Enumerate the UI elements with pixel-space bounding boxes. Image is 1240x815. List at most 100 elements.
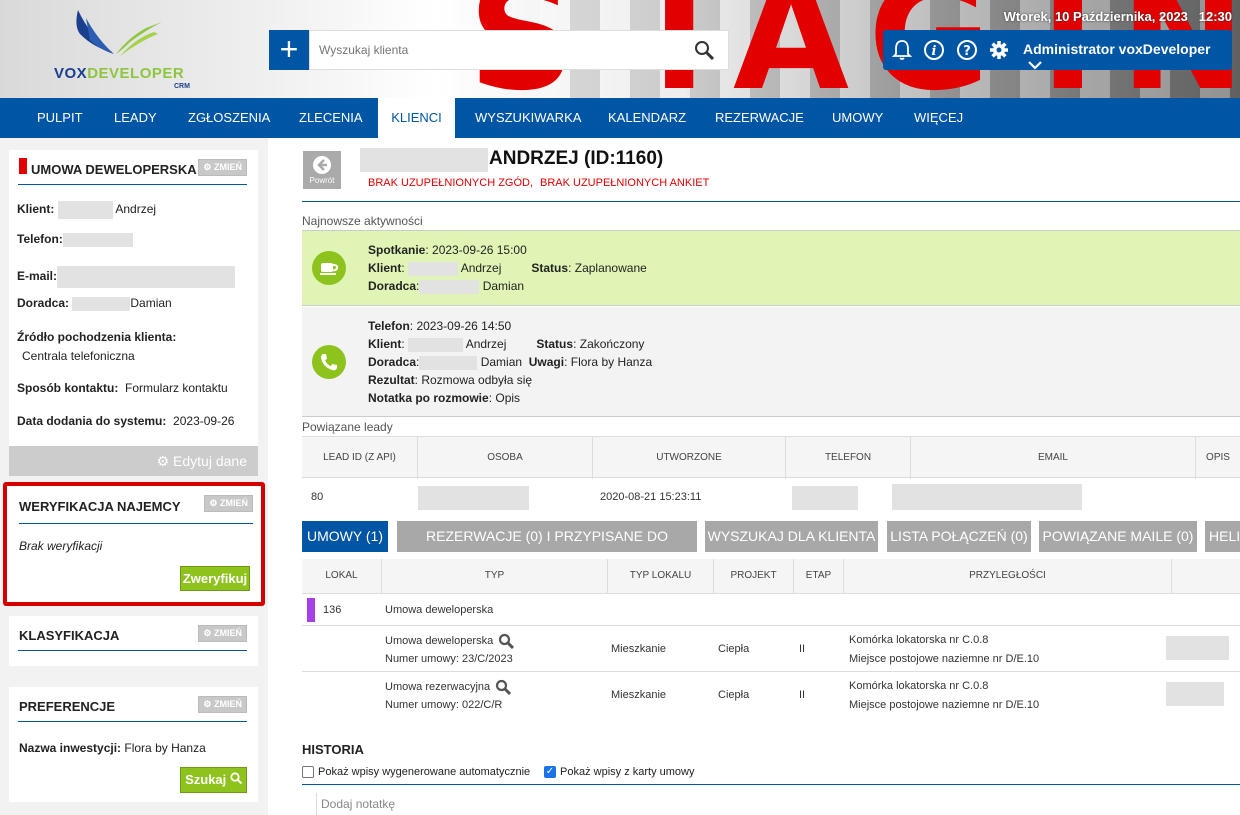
edit-label: Edytuj dane [173,453,247,469]
checkbox-checked[interactable]: ✓ [544,766,556,779]
search-input[interactable] [310,31,680,69]
added-value: 2023-09-26 [173,414,235,428]
meeting-details: Spotkanie: 2023-09-26 15:00 Klient: Andr… [368,243,647,294]
source-label: Źródło pochodzenia klienta: [17,330,177,344]
nav-umowy[interactable]: UMOWY [832,98,883,138]
search-icon[interactable] [498,633,515,650]
client-search[interactable] [309,30,729,70]
unit-type: Mieszkanie [611,643,667,655]
advisor-field: Doradca: Damian [17,296,172,311]
table-row[interactable]: 80 2020-08-21 15:23:11 [302,478,1240,514]
tab-search-for-client[interactable]: WYSZUKAJ DLA KLIENTA [705,521,878,552]
change-preferences-button[interactable]: ⚙ ZMIEŃ [198,696,247,713]
voxdeveloper-logo[interactable]: VOXDEVELOPER CRM [50,8,200,90]
col-adjacent[interactable]: PRZYLEGŁOŚCI [844,559,1172,594]
contract-group-row[interactable]: 136 Umowa deweloperska [302,594,1240,626]
table-row[interactable]: Umowa deweloperska Numer umowy: 23/C/202… [302,626,1240,672]
missing-consents-warning[interactable]: BRAK UZUPEŁNIONYCH ZGÓD, [368,177,533,189]
nav-rezerwacje[interactable]: REZERWACJE [715,98,804,138]
col-created[interactable]: UTWORZONE [592,437,785,479]
info-icon[interactable]: i [923,39,945,61]
logo-crm: CRM [174,83,190,90]
redacted-text [419,355,478,370]
gear-icon[interactable] [988,39,1010,61]
col-email[interactable]: EMAIL [910,437,1195,479]
preferences-card: PREFERENCJE ⚙ ZMIEŃ Nazwa inwestycji: Fl… [9,687,258,802]
investment-value: Flora by Hanza [124,741,206,755]
search-icon[interactable] [694,40,714,60]
nav-kalendarz[interactable]: KALENDARZ [608,98,686,138]
nav-zgloszenia[interactable]: ZGŁOSZENIA [188,98,270,138]
search-icon[interactable] [495,679,512,696]
bell-icon[interactable] [891,39,913,61]
staging-banner-letter: A [733,0,850,98]
nav-wyszukiwarka[interactable]: WYSZUKIWARKA [475,98,581,138]
tab-help[interactable]: HELI [1205,521,1240,552]
help-icon[interactable]: ? [956,39,978,61]
investment-field: Nazwa inwestycji: Flora by Hanza [19,741,206,755]
chevron-down-icon [1028,61,1042,70]
col-unit-type[interactable]: TYP LOKALU [608,559,714,594]
verify-button[interactable]: Zweryfikuj [180,566,250,591]
result-value: Rozmowa odbyła się [421,373,533,387]
redacted-text [1166,636,1229,660]
col-phone[interactable]: TELEFON [785,437,910,479]
classification-title: KLASYFIKACJA [19,628,120,643]
notes-value: Flora by Hanza [570,355,653,369]
advisor-label: Doradca: [17,296,70,310]
user-menu[interactable]: Administrator voxDeveloper [1023,41,1232,73]
edit-data-button[interactable]: ⚙ Edytuj dane [9,446,258,476]
change-contract-button[interactable]: ⚙ ZMIEŃ [198,159,247,176]
tab-reservations[interactable]: REZERWACJE (0) I PRZYPISANE DO KLIENTA [397,521,697,575]
col-lead-id[interactable]: LEAD ID (Z API) [302,452,417,463]
contracts-table-header: LOKAL TYP TYP LOKALU PROJEKT ETAP PRZYLE… [302,559,1240,594]
nav-zlecenia[interactable]: ZLECENIA [299,98,363,138]
meeting-activity[interactable]: Spotkanie: 2023-09-26 15:00 Klient: Andr… [302,230,1240,306]
tab-call-list[interactable]: LISTA POŁĄCZEŃ (0) [887,521,1031,552]
checkbox-unchecked[interactable] [302,766,314,779]
current-datetime: Wtorek, 10 Października, 2023 12:30 [1003,9,1232,24]
tab-related-emails[interactable]: POWIĄZANE MAILE (0) [1039,521,1197,552]
back-button[interactable]: Powrót [303,151,341,189]
table-row[interactable]: Umowa rezerwacyjna Numer umowy: 022/C/R … [302,672,1240,718]
col-lokal[interactable]: LOKAL [302,559,382,594]
added-field: Data dodania do systemu: 2023-09-26 [17,414,234,428]
search-icon [230,772,243,785]
col-project[interactable]: PROJEKT [714,559,794,594]
nav-wiecej[interactable]: WIĘCEJ [914,98,963,138]
advisor-value: Damian [130,296,172,310]
missing-surveys-warning[interactable]: BRAK UZUPEŁNIONYCH ANKIET [540,177,709,189]
client-value: Andrzej [460,261,502,275]
add-client-button[interactable]: + [269,30,309,70]
email-label: E-mail: [17,269,58,284]
contract-title: UMOWA DEWELOPERSKA [31,162,197,177]
auto-entries-label: Pokaż wpisy wygenerowane automatycznie [318,766,531,778]
preferences-title: PREFERENCJE [19,699,116,714]
change-label: ZMIEŃ [214,162,242,172]
user-bar: i ? Administrator voxDeveloper [883,30,1232,70]
add-note-input[interactable]: Dodaj notatkę [316,793,1240,815]
group-color-marker [307,598,315,622]
col-stage[interactable]: ETAP [794,559,844,594]
col-description[interactable]: OPIS [1195,437,1240,479]
nav-pulpit[interactable]: PULPIT [37,98,83,138]
change-classification-button[interactable]: ⚙ ZMIEŃ [198,625,247,642]
col-type[interactable]: TYP [382,559,608,594]
call-activity[interactable]: Telefon: 2023-09-26 14:50 Klient: Andrze… [302,307,1240,417]
auto-entries-toggle[interactable]: Pokaż wpisy wygenerowane automatycznie [302,766,531,779]
client-value: Andrzej [115,202,157,217]
type-label: Spotkanie [368,243,426,257]
classification-card: KLASYFIKACJA ⚙ ZMIEŃ [9,616,258,666]
nav-klienci[interactable]: KLIENCI [378,98,455,138]
nav-leady[interactable]: LEADY [114,98,157,138]
tab-contracts[interactable]: UMOWY (1) [302,521,388,552]
phone-icon [312,345,346,379]
redacted-text [418,486,529,510]
change-verification-button[interactable]: ⚙ ZMIEŃ [204,495,253,512]
divider [18,650,247,651]
contact-label: Sposób kontaktu: [17,381,119,395]
project: Ciepła [718,643,750,655]
contract-entries-toggle[interactable]: ✓ Pokaż wpisy z karty umowy [544,766,694,779]
search-preferences-button[interactable]: Szukaj [180,767,247,793]
col-person[interactable]: OSOBA [417,437,592,479]
